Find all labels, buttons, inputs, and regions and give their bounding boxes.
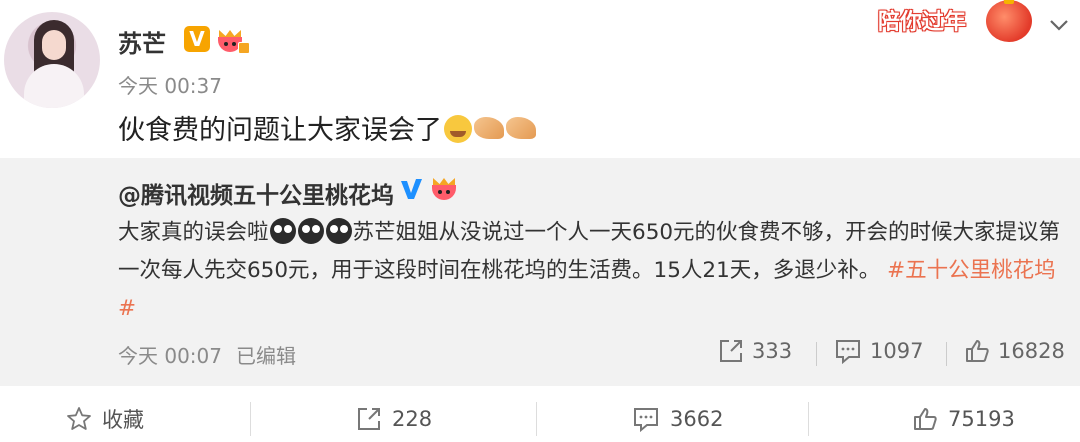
avatar-face [42, 30, 66, 60]
festival-banner[interactable]: 陪你过年 [872, 0, 1032, 42]
thumbs-up-icon [914, 408, 937, 430]
favorite-label: 收藏 [102, 408, 144, 432]
repost-repost-button[interactable]: 333 [718, 338, 792, 364]
divider [536, 402, 537, 436]
repost-count: 228 [392, 407, 433, 431]
divider [250, 402, 251, 436]
repost-comment-button[interactable]: 1097 [834, 338, 923, 364]
crying-emoji-icon [269, 218, 296, 244]
repost-button[interactable]: 228 [356, 396, 432, 442]
repost-text-part1: 大家真的误会啦 [118, 220, 269, 245]
repost-like-count: 16828 [998, 339, 1065, 363]
edited-label: 已编辑 [236, 344, 296, 368]
post-text: 伙食费的问题让大家误会了 [118, 115, 442, 146]
divider [946, 342, 947, 366]
star-icon [67, 407, 91, 430]
post-content: 伙食费的问题让大家误会了 [118, 108, 536, 147]
repost-like-button[interactable]: 16828 [964, 338, 1065, 364]
lantern-icon [986, 0, 1032, 42]
comment-icon [836, 340, 860, 364]
comment-button[interactable]: 3662 [632, 396, 723, 442]
share-icon [358, 408, 380, 430]
like-button[interactable]: 75193 [912, 396, 1015, 442]
member-crown-icon [216, 28, 250, 54]
avatar[interactable] [4, 12, 100, 108]
repost-card[interactable]: @腾讯视频五十公里桃花坞 大家真的误会啦 苏芒姐姐从没说过一个人一天650元的伙食… [0, 158, 1080, 386]
comment-count: 3662 [670, 407, 724, 431]
repost-timestamp: 今天 00:07 [118, 344, 222, 368]
praying-hands-emoji-icon [506, 117, 536, 139]
repost-text: 大家真的误会啦 苏芒姐姐从没说过一个人一天650元的伙食费不够，开会的时候大家提议… [118, 214, 1063, 328]
post-username[interactable]: 苏芒 [118, 24, 166, 59]
crying-face-emoji-icon [444, 115, 472, 143]
crying-emoji-icon [325, 218, 352, 244]
comment-icon [634, 408, 658, 432]
divider [816, 342, 817, 366]
repost-comment-count: 1097 [870, 339, 924, 363]
action-bar: 收藏 228 3662 75193 [0, 396, 1080, 442]
crying-emoji-icon [297, 218, 324, 244]
favorite-button[interactable]: 收藏 [66, 396, 144, 442]
repost-repost-count: 333 [752, 339, 793, 363]
post-timestamp: 今天 00:37 [118, 74, 222, 98]
festival-banner-label: 陪你过年 [878, 4, 966, 36]
divider [808, 402, 809, 436]
share-icon [720, 340, 742, 362]
repost-username[interactable]: @腾讯视频五十公里桃花坞 [118, 176, 394, 210]
praying-hands-emoji-icon [474, 117, 504, 139]
chevron-down-icon[interactable] [1048, 14, 1070, 36]
blue-verified-icon [398, 176, 424, 202]
avatar-body [24, 64, 84, 108]
verified-badge-icon: V [184, 26, 210, 52]
repost-meta: 今天 00:07 已编辑 [118, 340, 310, 369]
thumbs-up-icon [966, 340, 989, 362]
member-crown-icon [430, 176, 458, 200]
like-count: 75193 [948, 407, 1015, 431]
